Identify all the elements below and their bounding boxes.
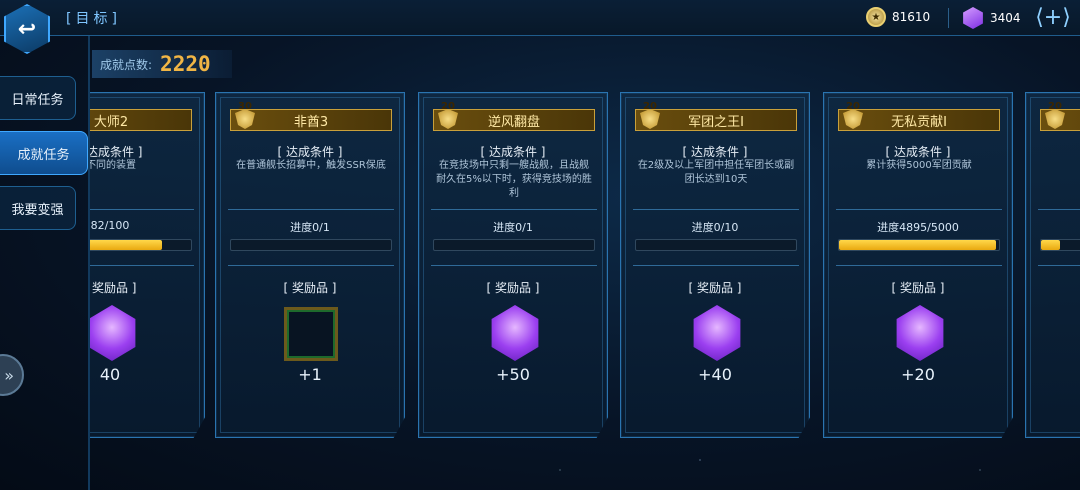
achievement-card-list[interactable]: 大师2[ 达成条件 ]不同的装置82/100[ 奖励品 ]4030非酋3[ 达成… — [90, 80, 1080, 490]
condition-title: [ 达成条件 ] — [90, 145, 143, 159]
reward-title: [ 奖励品 ] — [90, 281, 137, 295]
progress-bar — [838, 239, 1000, 251]
level-number: 30 — [238, 101, 252, 112]
gem-reward-icon[interactable] — [693, 305, 741, 361]
progress-fill — [1041, 240, 1061, 250]
progress-bar — [1040, 239, 1080, 251]
level-badge: 20 — [431, 101, 465, 131]
condition-title: [ 达成条件 ] — [682, 145, 748, 159]
expand-side-button[interactable]: » — [0, 354, 24, 396]
progress-text: 进度0/1 — [493, 221, 533, 234]
separator — [1038, 209, 1080, 210]
nav-get-stronger[interactable]: 我要变强 — [0, 186, 76, 230]
reward-count: 40 — [99, 365, 121, 384]
rank-shield-icon — [235, 109, 255, 129]
achievement-card[interactable]: 20 军团之王I[ 达成条件 ] 在2级及以上军团中担任军团长或副团长达到10天 进度… — [620, 92, 810, 438]
condition-title: [ 达成条件 ] — [885, 145, 951, 159]
separator — [633, 209, 799, 210]
double-chevron-icon: » — [4, 365, 14, 385]
separator — [431, 265, 597, 266]
separator — [90, 209, 194, 210]
progress-bar — [433, 239, 595, 251]
condition-description: 总 — [1042, 159, 1080, 173]
progress-text: 进度4895/5000 — [877, 221, 959, 234]
separator — [836, 265, 1002, 266]
reward-count: +20 — [901, 365, 935, 384]
condition-description: 累计获得5000军团贡献 — [866, 160, 972, 171]
level-badge: 20 — [633, 101, 667, 131]
nav-achievement-tasks[interactable]: 成就任务 — [0, 131, 88, 175]
progress-text: 82/100 — [90, 219, 130, 232]
condition-description: 在普通舰长招募中，触发SSR保底 — [236, 160, 386, 171]
gem-counter: 3404 — [962, 7, 1021, 29]
progress-text: 进度0/10 — [691, 221, 739, 234]
achievement-points-label: 成就点数: — [100, 57, 153, 72]
level-number: 20 — [1048, 101, 1062, 112]
page-title: [目标] — [66, 11, 121, 27]
avatar-frame-reward-icon[interactable] — [284, 307, 338, 361]
achievement-name: 大师2 — [90, 109, 192, 131]
progress-text: 进度0/1 — [290, 221, 330, 234]
achievement-card[interactable]: 20 无私贡献I[ 达成条件 ] 累计获得5000军团贡献 进度4895/5000[ … — [823, 92, 1013, 438]
reward-count: +1 — [298, 365, 322, 384]
coin-counter: ★ 81610 — [866, 7, 930, 27]
progress-bar — [230, 239, 392, 251]
reward-title: [ 奖励品 ] — [891, 281, 945, 295]
level-number: 20 — [643, 101, 657, 112]
level-badge: 20 — [1038, 101, 1072, 131]
separator — [90, 265, 194, 266]
achievement-card[interactable]: 20 [ 达成条件 ]总进 [ 奖励品 ] — [1025, 92, 1080, 438]
achievement-card[interactable]: 大师2 [ 达成条件 ]不同的装置 82/100 [ 奖励品 ] 40 — [90, 92, 205, 438]
rank-shield-icon — [438, 109, 458, 129]
gem-icon — [963, 7, 983, 29]
condition-description: 在2级及以上军团中担任军团长或副团长达到10天 — [637, 160, 795, 185]
return-arrow-icon: ↩ — [17, 16, 37, 42]
nav-daily-tasks[interactable]: 日常任务 — [0, 76, 76, 120]
reward-title: [ 奖励品 ] — [1026, 279, 1080, 296]
separator — [431, 209, 597, 210]
coin-amount: 81610 — [892, 10, 931, 24]
progress-bar — [635, 239, 797, 251]
achievement-points: 成就点数: 2220 — [92, 50, 232, 78]
progress-fill — [90, 240, 163, 250]
level-number: 20 — [846, 101, 860, 112]
progress-fill — [839, 240, 996, 250]
top-bar: [目标] ★ 81610 3404 ⟨ + ⟩ — [0, 0, 1080, 36]
separator — [228, 209, 394, 210]
reward-title: [ 奖励品 ] — [486, 281, 540, 295]
separator — [228, 265, 394, 266]
condition-title: [ 达成条件 ] — [480, 145, 546, 159]
gem-reward-icon[interactable] — [896, 305, 944, 361]
coin-icon: ★ — [866, 7, 886, 27]
divider — [948, 8, 949, 28]
gem-reward-icon[interactable] — [491, 305, 539, 361]
reward-title: [ 奖励品 ] — [283, 281, 337, 295]
gem-reward-icon[interactable] — [90, 305, 136, 361]
add-gems-button[interactable]: ⟨ + ⟩ — [1035, 4, 1071, 30]
achievement-card[interactable]: 20 逆风翻盘[ 达成条件 ] 在竞技场中只剩一艘战舰，且战舰耐久在5%以下时，获得… — [418, 92, 608, 438]
rank-shield-icon — [1045, 109, 1065, 129]
rank-shield-icon — [843, 109, 863, 129]
level-badge: 30 — [228, 101, 262, 131]
progress-bar — [90, 239, 192, 251]
achievement-points-value: 2220 — [160, 52, 211, 76]
reward-title: [ 奖励品 ] — [688, 281, 742, 295]
level-number: 20 — [441, 101, 455, 112]
reward-count: +40 — [698, 365, 732, 384]
separator — [1038, 265, 1080, 266]
rank-shield-icon — [640, 109, 660, 129]
condition-description: 在竞技场中只剩一艘战舰，且战舰耐久在5%以下时，获得竞技场的胜利 — [436, 160, 592, 199]
achievement-card[interactable]: 30 非酋3[ 达成条件 ] 在普通舰长招募中，触发SSR保底 进度0/1[ 奖励品 … — [215, 92, 405, 438]
reward-count: +50 — [496, 365, 530, 384]
separator — [836, 209, 1002, 210]
level-badge: 20 — [836, 101, 870, 131]
gem-amount: 3404 — [990, 11, 1021, 25]
condition-title: [ 达成条件 ] — [277, 145, 343, 159]
progress-text: 进 — [1026, 219, 1080, 235]
separator — [633, 265, 799, 266]
condition-title: [ 达成条件 ] — [1026, 143, 1080, 160]
condition-description: 不同的装置 — [90, 160, 136, 171]
